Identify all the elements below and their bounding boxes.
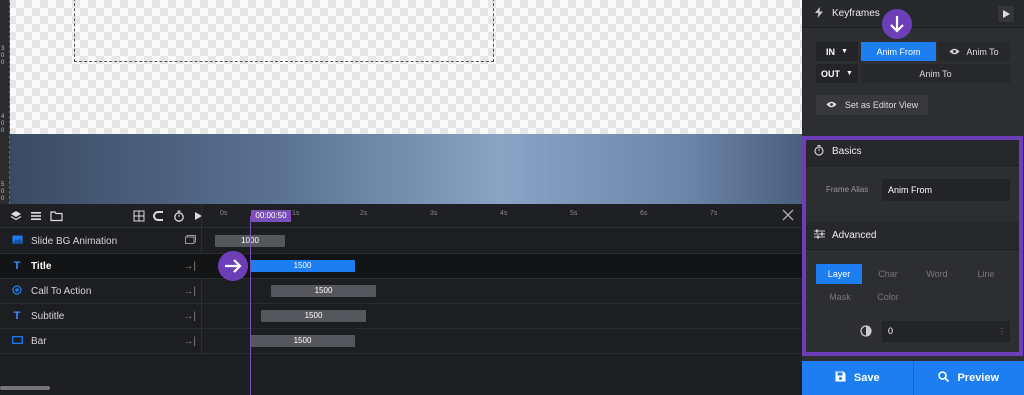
list-icon[interactable] [30,210,42,222]
align-end-icon[interactable]: →| [183,311,196,322]
play-icon[interactable] [998,6,1014,22]
duration-bar[interactable]: 1500 [250,335,355,347]
ruler-number: 0 [1,60,5,66]
timeline-header: 0s 1s 2s 3s 4s 5s 6s 7s 00:00:50 [0,204,802,228]
ruler-number: 0 [1,53,5,59]
ruler-number: 0 [1,196,5,202]
layer-name: Call To Action [31,285,92,297]
tick-label: 5s [570,210,578,217]
text-icon: T [13,310,21,322]
tick-label: 7s [710,210,718,217]
playhead[interactable] [250,216,251,395]
tick-label: 1s [292,210,300,217]
tick-label: 6s [640,210,648,217]
layer-row-call-to-action[interactable]: Call To Action →| [0,279,202,304]
track-row: 1500 [202,254,802,279]
section-title: Keyframes [832,8,880,19]
dropdown-label: IN [826,46,836,57]
search-icon [938,371,950,385]
text-icon: T [13,260,21,272]
arrow-right-icon [218,251,248,281]
layer-row-title[interactable]: T Title →| [0,254,202,279]
timeline-panel: 0s 1s 2s 3s 4s 5s 6s 7s 00:00:50 Slide B… [0,204,802,395]
slide-background [10,134,802,204]
set-editor-view-button[interactable]: Set as Editor View [816,95,928,115]
align-end-icon[interactable]: →| [183,261,196,272]
chevron-down-icon: ▼ [846,70,853,77]
tick-label: 2s [360,210,368,217]
duration-bar[interactable]: 1500 [250,260,355,272]
layer-name: Slide BG Animation [31,235,118,247]
anim-to-button[interactable]: Anim To [938,42,1010,61]
action-bar: Save Preview [802,361,1024,395]
layers-icon[interactable] [10,210,22,222]
button-label: Anim To [966,46,999,57]
target-icon [10,284,24,298]
eye-icon [826,100,837,110]
dropdown-label: OUT [821,68,841,79]
vertical-ruler: 3 0 0 4 0 0 5 0 0 [0,0,10,204]
tick-label: 3s [430,210,438,217]
tick-label: 0s [220,210,228,217]
duration-bar[interactable]: 1500 [271,285,376,297]
highlight-frame [802,136,1023,356]
folder-icon[interactable] [50,210,63,222]
arrow-down-icon [882,9,912,39]
chevron-down-icon: ▼ [841,48,848,55]
stopwatch-icon[interactable] [173,210,185,222]
layer-name: Bar [31,335,47,347]
ruler-number: 0 [1,189,5,195]
align-end-icon[interactable]: →| [183,286,196,297]
save-icon [835,371,846,385]
ruler-number: 5 [1,182,5,188]
layer-row-subtitle[interactable]: T Subtitle →| [0,304,202,329]
preview-button[interactable]: Preview [914,361,1024,395]
image-icon [10,235,24,247]
ruler-number: 4 [1,114,5,120]
button-label: Save [853,372,880,384]
ruler-number: 0 [1,121,5,127]
ruler-number: 0 [1,128,5,134]
close-icon[interactable] [782,209,794,221]
track-row: 1000 [202,229,802,254]
layer-bounding-box[interactable] [74,0,494,62]
images-icon[interactable] [185,235,196,247]
eye-icon [949,47,960,57]
layer-row-slide-bg[interactable]: Slide BG Animation [0,229,202,254]
lightning-icon [812,6,826,21]
anim-from-button[interactable]: Anim From [861,42,936,61]
tick-label: 4s [500,210,508,217]
align-end-icon[interactable]: →| [183,336,196,347]
current-time-badge[interactable]: 00:00:50 [251,210,291,222]
save-button[interactable]: Save [802,361,914,395]
track-row: 1500 [202,329,802,354]
track-row: 1500 [202,279,802,304]
layer-row-bar[interactable]: Bar →| [0,329,202,354]
duration-bar[interactable]: 1500 [261,310,366,322]
timeline-toolbar [0,204,202,228]
rectangle-icon [10,335,24,347]
horizontal-scrollbar[interactable] [0,386,50,390]
layer-name: Title [31,260,52,272]
keyframes-header[interactable]: Keyframes [802,0,1024,28]
anim-to-out-button[interactable]: Anim To [861,64,1010,83]
out-dropdown[interactable]: OUT ▼ [816,64,858,83]
editor-canvas[interactable]: 3 0 0 4 0 0 5 0 0 [0,0,802,204]
ruler-number: 3 [1,46,5,52]
button-label: Preview [957,372,1000,384]
in-dropdown[interactable]: IN ▼ [816,42,858,61]
button-label: Set as Editor View [844,100,919,110]
layer-name: Subtitle [31,310,65,322]
magnet-icon[interactable] [153,210,165,222]
timeline-tracks: 1000 1500 1500 1500 1500 [202,229,802,354]
layer-list: Slide BG Animation T Title →| Call To Ac… [0,229,202,354]
grid-icon[interactable] [133,210,145,222]
track-row: 1500 [202,304,802,329]
